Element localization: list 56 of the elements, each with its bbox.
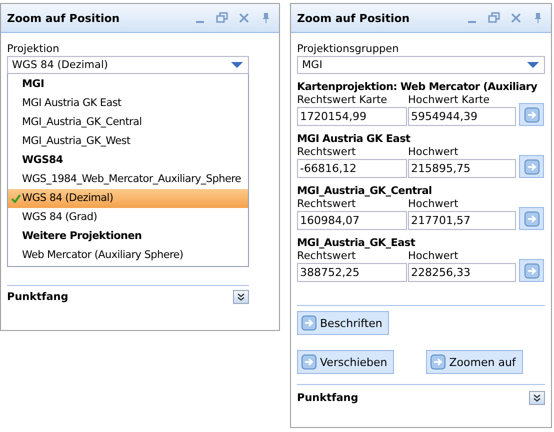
- restore-icon[interactable]: [487, 11, 501, 25]
- field-label: Rechtswert: [297, 198, 357, 211]
- list-option[interactable]: MGI Austria GK East: [8, 94, 248, 113]
- panel-title: Zoom auf Position: [297, 12, 410, 24]
- list-option[interactable]: MGI_Austria_GK_Central: [8, 113, 248, 132]
- input-field[interactable]: 215895,75: [408, 159, 516, 178]
- check-icon: [11, 194, 21, 203]
- close-icon[interactable]: [237, 11, 251, 25]
- go-button[interactable]: [519, 155, 544, 178]
- field-label: Projektion: [7, 43, 60, 56]
- action-button[interactable]: Beschriften: [297, 311, 390, 335]
- field-label: Hochwert: [408, 250, 460, 263]
- field-label: Rechtswert: [297, 250, 357, 263]
- field-label: Hochwert Karte: [408, 94, 491, 107]
- field-label: Hochwert: [408, 198, 460, 211]
- input-field[interactable]: 1720154,99: [297, 107, 407, 126]
- group-heading: MGI: [21, 77, 46, 92]
- close-icon[interactable]: [509, 11, 523, 25]
- expand-button[interactable]: [529, 391, 545, 405]
- caret-icon: [526, 61, 540, 69]
- go-button[interactable]: [519, 103, 544, 126]
- list-option[interactable]: MGI_Austria_GK_West: [8, 132, 248, 151]
- input-field[interactable]: -66816,12: [297, 159, 407, 178]
- section-label: Punktfang: [297, 392, 358, 404]
- section-title: MGI_Austria_GK_Central: [297, 185, 432, 198]
- list-option[interactable]: WGS 84 (Grad): [8, 208, 248, 227]
- action-button[interactable]: Zoomen auf: [426, 350, 523, 374]
- double-chevron-icon: [533, 394, 541, 402]
- double-chevron-icon: [237, 293, 245, 301]
- input-field[interactable]: 388752,25: [297, 263, 407, 282]
- input-field[interactable]: 160984,07: [297, 211, 407, 230]
- field-label: Projektionsgruppen: [297, 43, 400, 56]
- input-field[interactable]: 5954944,39: [408, 107, 516, 126]
- input-field[interactable]: 228256,33: [408, 263, 516, 282]
- group-heading: Weitere Projektionen: [21, 229, 143, 244]
- section-title: Kartenprojektion: Web Mercator (Auxiliary: [297, 81, 538, 94]
- go-button[interactable]: [519, 207, 544, 230]
- restore-icon[interactable]: [215, 11, 229, 25]
- go-button[interactable]: [519, 259, 544, 282]
- input-field[interactable]: 217701,57: [408, 211, 516, 230]
- field-label: Rechtswert Karte: [297, 94, 388, 107]
- action-button[interactable]: Verschieben: [297, 350, 394, 374]
- field-label: Rechtswert: [297, 146, 357, 159]
- list-option[interactable]: Web Mercator (Auxiliary Sphere): [8, 246, 248, 265]
- field-label: Hochwert: [408, 146, 460, 159]
- dropdown-field[interactable]: WGS 84 (Dezimal): [7, 56, 249, 74]
- section-title: MGI_Austria_GK_East: [297, 237, 416, 250]
- expand-button[interactable]: [233, 290, 249, 304]
- list-option[interactable]: WGS_1984_Web_Mercator_Auxiliary_Sphere: [8, 170, 248, 189]
- group-heading: WGS84: [21, 153, 64, 168]
- section-title: MGI Austria GK East: [297, 133, 410, 146]
- list-option[interactable]: WGS 84 (Dezimal): [8, 189, 248, 208]
- section-label: Punktfang: [7, 291, 68, 303]
- dropdown-field[interactable]: MGI: [297, 56, 545, 74]
- caret-icon: [230, 61, 244, 69]
- panel-title: Zoom auf Position: [7, 12, 120, 24]
